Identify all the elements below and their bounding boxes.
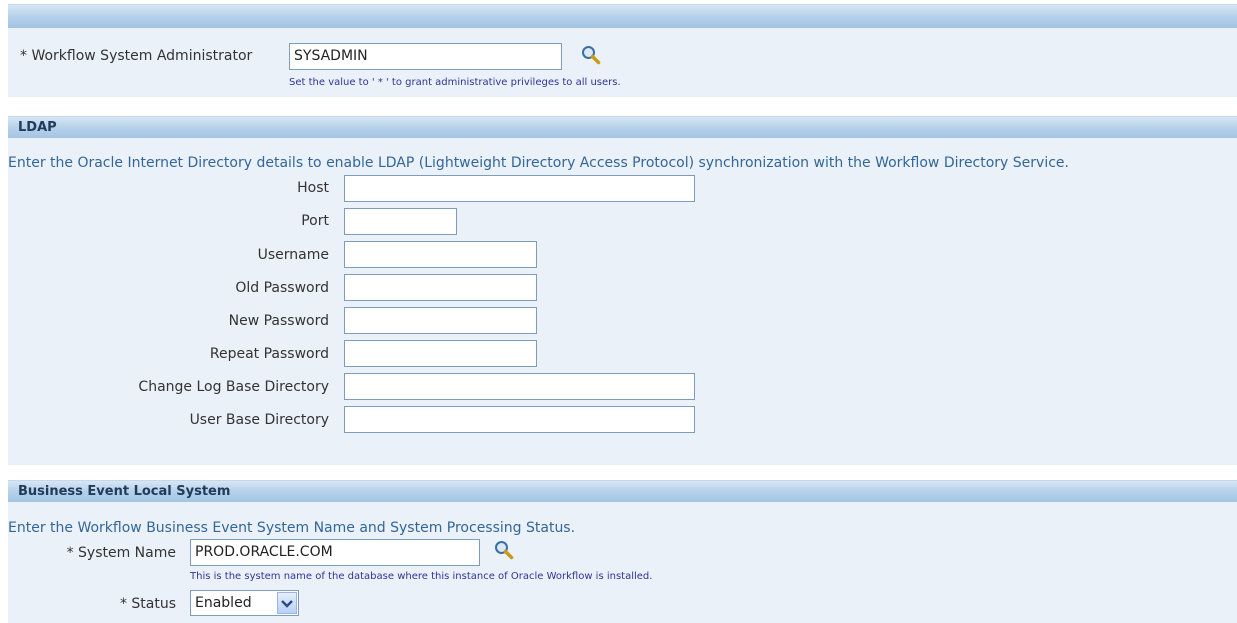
user-base-directory-input[interactable]: [344, 406, 695, 433]
username-label: Username: [257, 247, 329, 263]
change-log-base-directory-label: Change Log Base Directory: [138, 379, 329, 395]
old-password-label: Old Password: [235, 280, 329, 296]
user-base-directory-label: User Base Directory: [189, 412, 329, 428]
search-icon[interactable]: [580, 44, 602, 66]
chevron-down-icon[interactable]: [277, 592, 297, 614]
new-password-label: New Password: [228, 313, 329, 329]
system-name-tip: This is the system name of the database …: [190, 571, 653, 582]
status-selected-value: Enabled: [195, 595, 252, 611]
system-name-input[interactable]: PROD.ORACLE.COM: [190, 539, 480, 566]
username-input[interactable]: [344, 241, 537, 268]
repeat-password-input[interactable]: [344, 340, 537, 367]
workflow-admin-tip: Set the value to ' * ' to grant administ…: [289, 77, 621, 88]
change-log-base-directory-input[interactable]: [344, 373, 695, 400]
business-event-header-bar: Business Event Local System: [8, 480, 1237, 502]
ldap-description: Enter the Oracle Internet Directory deta…: [8, 155, 1069, 171]
workflow-admin-label: * Workflow System Administrator: [20, 48, 253, 64]
search-icon[interactable]: [493, 539, 515, 561]
status-select[interactable]: Enabled: [190, 590, 299, 616]
ldap-header-title: LDAP: [18, 120, 57, 135]
status-label: * Status: [119, 596, 176, 612]
repeat-password-label: Repeat Password: [209, 346, 329, 362]
business-event-header-title: Business Event Local System: [18, 484, 231, 499]
old-password-input[interactable]: [344, 274, 537, 301]
host-label: Host: [297, 180, 329, 196]
port-input[interactable]: [344, 208, 457, 235]
ldap-header-bar: LDAP: [8, 116, 1237, 138]
host-input[interactable]: [344, 175, 695, 202]
workflow-admin-input[interactable]: SYSADMIN: [289, 43, 562, 70]
top-header-bar: [8, 4, 1237, 28]
system-name-label: * System Name: [66, 545, 176, 561]
port-label: Port: [301, 213, 329, 229]
new-password-input[interactable]: [344, 307, 537, 334]
business-event-description: Enter the Workflow Business Event System…: [8, 520, 576, 536]
